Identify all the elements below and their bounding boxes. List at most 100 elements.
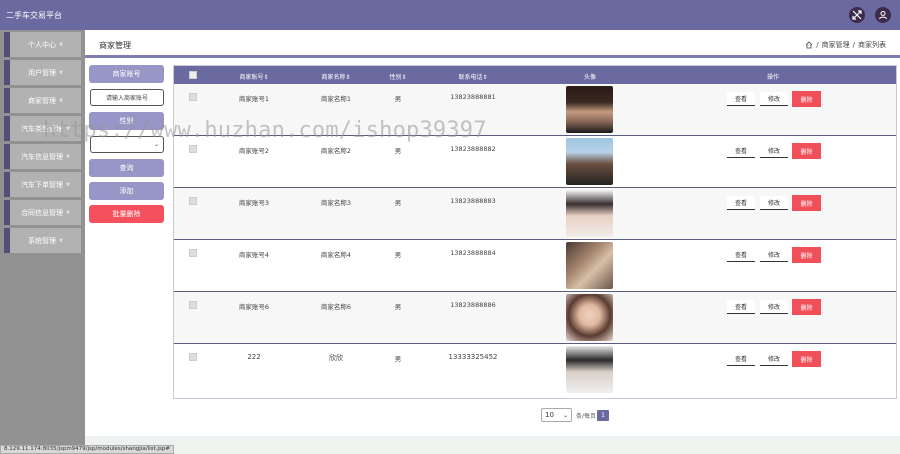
- cell-phone: 13823888881: [450, 93, 496, 101]
- top-bar: 二手车交易平台: [0, 0, 900, 30]
- sidebar-item-car-info[interactable]: 汽车信息管理 ▼: [4, 144, 81, 169]
- row-checkbox[interactable]: [189, 93, 197, 101]
- row-checkbox[interactable]: [189, 197, 197, 205]
- breadcrumb-item[interactable]: 商家管理: [822, 40, 850, 50]
- cell-phone: 13823888882: [450, 145, 496, 153]
- page-header: 商家管理 / 商家管理 / 商家列表: [85, 30, 900, 58]
- chevron-down-icon: ▼: [59, 237, 63, 244]
- sidebar-item-label: 用户管理: [28, 68, 57, 77]
- account-search-placeholder: 请输入商家账号: [105, 95, 148, 102]
- sidebar-item-label: 汽车下单管理: [21, 180, 64, 189]
- table-row: 商家账号2 商家名称2 男 13823888882 查看 修改 删除: [174, 136, 896, 188]
- cell-account: 222: [247, 353, 261, 361]
- avatar: [566, 346, 613, 393]
- breadcrumb-separator: /: [816, 41, 819, 49]
- query-button-label: 查询: [119, 164, 134, 172]
- account-search-input[interactable]: 请输入商家账号: [90, 89, 164, 106]
- batch-delete-button[interactable]: 批量删除: [89, 205, 164, 223]
- delete-button[interactable]: 删除: [792, 351, 821, 367]
- sidebar-item-label: 合同信息管理: [21, 208, 64, 217]
- column-header[interactable]: 商家账号⇕: [239, 72, 268, 81]
- row-checkbox[interactable]: [189, 301, 197, 309]
- footer-bar: [85, 436, 900, 454]
- edit-button[interactable]: 修改: [760, 144, 788, 158]
- table-row: 商家账号4 商家名称4 男 13823888884 查看 修改 删除: [174, 240, 896, 292]
- sidebar: 个人中心 ▼ 用户管理 ▼ 商家管理 ▼ 汽车类型管理 ▼ 汽车信息管理 ▼ 汽车下单管理…: [0, 30, 85, 454]
- delete-button[interactable]: 删除: [792, 195, 821, 211]
- view-button[interactable]: 查看: [727, 300, 755, 314]
- cell-account: 商家账号3: [238, 199, 270, 207]
- view-button[interactable]: 查看: [727, 92, 755, 106]
- row-checkbox[interactable]: [189, 353, 197, 361]
- view-button[interactable]: 查看: [727, 196, 755, 210]
- cell-gender: 男: [394, 355, 402, 363]
- edit-button[interactable]: 修改: [760, 352, 788, 366]
- sidebar-item-merchants[interactable]: 商家管理 ▼: [4, 88, 81, 113]
- sidebar-item-label: 汽车类型管理: [21, 124, 64, 133]
- sidebar-item-car-orders[interactable]: 汽车下单管理 ▼: [4, 172, 81, 197]
- add-button[interactable]: 添加: [89, 182, 164, 200]
- select-all-checkbox[interactable]: [189, 71, 197, 79]
- view-button[interactable]: 查看: [727, 248, 755, 262]
- user-icon[interactable]: [875, 7, 891, 23]
- column-header-label: 联系电话: [458, 74, 483, 81]
- shuffle-icon[interactable]: [849, 7, 865, 23]
- row-checkbox[interactable]: [189, 249, 197, 257]
- sidebar-item-label: 个人中心: [28, 40, 57, 49]
- delete-button[interactable]: 删除: [792, 299, 821, 315]
- chevron-down-icon: ▼: [66, 125, 70, 132]
- chevron-down-icon: ▼: [66, 209, 70, 216]
- row-checkbox[interactable]: [189, 145, 197, 153]
- edit-button[interactable]: 修改: [760, 248, 788, 262]
- table-row: 商家账号3 商家名称3 男 13823888883 查看 修改 删除: [174, 188, 896, 240]
- delete-button[interactable]: 删除: [792, 143, 821, 159]
- column-header-label: 性别: [389, 74, 402, 81]
- account-label: 商家账号: [89, 65, 164, 83]
- delete-button[interactable]: 删除: [792, 91, 821, 107]
- home-icon[interactable]: [805, 41, 813, 49]
- chevron-down-icon: ▼: [59, 69, 63, 76]
- sidebar-item-label: 汽车信息管理: [21, 152, 64, 161]
- column-header[interactable]: 性别⇕: [389, 72, 406, 81]
- gender-label-text: 性别: [119, 117, 134, 125]
- page-number-current[interactable]: 1: [597, 410, 609, 421]
- cell-phone: 13823888886: [450, 301, 496, 309]
- chevron-down-icon: ▼: [66, 181, 70, 188]
- page-size-select[interactable]: 10 ⌄: [541, 408, 572, 422]
- cell-account: 商家账号6: [238, 303, 270, 311]
- chevron-down-icon: ⌄: [562, 411, 568, 419]
- breadcrumb: / 商家管理 / 商家列表: [805, 40, 886, 50]
- gender-select[interactable]: ⌄: [90, 136, 164, 153]
- avatar: [566, 86, 613, 133]
- cell-name: 欣欣: [329, 354, 343, 362]
- cell-account: 商家账号1: [238, 95, 270, 103]
- sidebar-item-label: 商家管理: [28, 96, 57, 105]
- edit-button[interactable]: 修改: [760, 92, 788, 106]
- view-button[interactable]: 查看: [727, 144, 755, 158]
- view-button[interactable]: 查看: [727, 352, 755, 366]
- avatar: [566, 242, 613, 289]
- table-header: 商家账号⇕ 商家名称⇕ 性别⇕ 联系电话⇕ 头像 操作: [174, 66, 896, 84]
- cell-account: 商家账号2: [238, 147, 270, 155]
- cell-phone: 13333325452: [448, 353, 498, 361]
- sidebar-item-contracts[interactable]: 合同信息管理 ▼: [4, 200, 81, 225]
- sidebar-item-system[interactable]: 系统管理 ▼: [4, 228, 81, 253]
- cell-name: 商家名称3: [320, 199, 352, 207]
- column-header[interactable]: 联系电话⇕: [458, 72, 487, 81]
- cell-name: 商家名称1: [320, 95, 352, 103]
- query-button[interactable]: 查询: [89, 159, 164, 177]
- column-header[interactable]: 商家名称⇕: [321, 72, 350, 81]
- delete-button[interactable]: 删除: [792, 247, 821, 263]
- chevron-down-icon: ⌄: [153, 141, 159, 148]
- avatar: [566, 138, 613, 185]
- sidebar-item-personal-center[interactable]: 个人中心 ▼: [4, 32, 81, 57]
- status-url: 8.129.11.174:8035/jspm9479/jsp/modules/s…: [0, 445, 174, 454]
- column-header: 头像: [583, 74, 597, 81]
- sidebar-item-car-types[interactable]: 汽车类型管理 ▼: [4, 116, 81, 141]
- app-title: 二手车交易平台: [6, 11, 62, 20]
- edit-button[interactable]: 修改: [760, 300, 788, 314]
- cell-gender: 男: [394, 251, 402, 259]
- edit-button[interactable]: 修改: [760, 196, 788, 210]
- column-header: 操作: [766, 74, 780, 81]
- sidebar-item-users[interactable]: 用户管理 ▼: [4, 60, 81, 85]
